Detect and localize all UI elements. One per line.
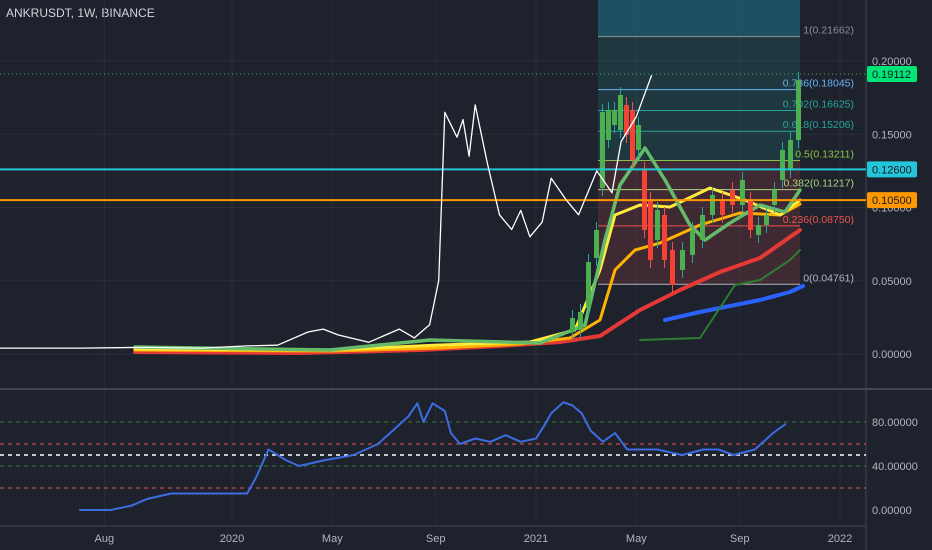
candle-body: [606, 110, 611, 140]
fib-level-label: 0.5(0.13211): [795, 148, 854, 160]
fib-level-label: 1(0.21662): [803, 25, 854, 37]
time-axis-label: 2021: [524, 533, 548, 545]
candle-body: [748, 200, 753, 230]
chart[interactable]: 1(0.21662) 0.786(0.18045) 0.702(0.16625) 0.…: [0, 0, 932, 550]
price-tag-label: 0.19112: [872, 69, 911, 81]
candle-body: [570, 318, 575, 332]
fib-level-label: 0(0.04761): [803, 272, 854, 284]
rsi-panel: [0, 401, 866, 511]
rsi-axis-label: 80.00000: [872, 417, 918, 429]
candle-body: [630, 110, 635, 160]
candle-body: [700, 215, 705, 240]
candle-body: [636, 125, 641, 150]
fib-level-label: 0.786(0.18045): [783, 78, 854, 90]
candle-body: [655, 210, 660, 240]
price-axis-label: 0.05000: [872, 276, 912, 288]
rsi-axis-label: 40.00000: [872, 461, 918, 473]
fib-level-label: 0.236(0.08750): [783, 214, 854, 226]
blue-trendline: [663, 284, 805, 322]
candle-body: [764, 215, 769, 225]
candle-body: [662, 215, 667, 260]
time-axis-label: Aug: [95, 533, 115, 545]
candle-body: [690, 230, 695, 255]
time-axis-label: Sep: [730, 533, 750, 545]
time-axis-label: 2022: [828, 533, 852, 545]
price-axis-label: 0.15000: [872, 129, 912, 141]
candle-body: [612, 110, 617, 125]
candle-body: [780, 150, 785, 180]
price-tag-label: 0.12600: [872, 164, 912, 176]
price-line: [0, 74, 653, 349]
candle-body: [586, 262, 591, 308]
fib-level-label: 0.382(0.11217): [784, 178, 854, 190]
fib-extension-zone: [598, 0, 800, 37]
candle-body: [648, 200, 653, 260]
time-axis-label: 2020: [220, 533, 244, 545]
candle-body: [740, 180, 745, 205]
candle-body: [730, 190, 735, 205]
fib-level-label: 0.702(0.16625): [783, 98, 854, 110]
candle-body: [710, 195, 715, 215]
fib-lower-zone: [598, 160, 800, 285]
fib-level-label: 0.618(0.15206): [783, 119, 854, 131]
rsi-line: [79, 401, 787, 511]
candle-body: [670, 250, 675, 285]
candle-body: [796, 80, 801, 140]
candle-body: [788, 140, 793, 170]
price-series: [0, 74, 653, 349]
candle-body: [618, 95, 623, 130]
candle-body: [720, 200, 725, 215]
candle-body: [772, 190, 777, 205]
price-tag-label: 0.10500: [872, 195, 912, 207]
candle-body: [756, 225, 761, 235]
fib-upper-zone: [598, 36, 800, 161]
time-axis-label: Sep: [426, 533, 446, 545]
time-axis-label: May: [626, 533, 647, 545]
candle-body: [680, 250, 685, 270]
candle-body: [594, 230, 599, 258]
time-axis-label: May: [322, 533, 343, 545]
candle-body: [578, 312, 583, 330]
price-axis-label: 0.00000: [872, 349, 912, 361]
rsi-axis-label: 0.00000: [872, 505, 912, 517]
